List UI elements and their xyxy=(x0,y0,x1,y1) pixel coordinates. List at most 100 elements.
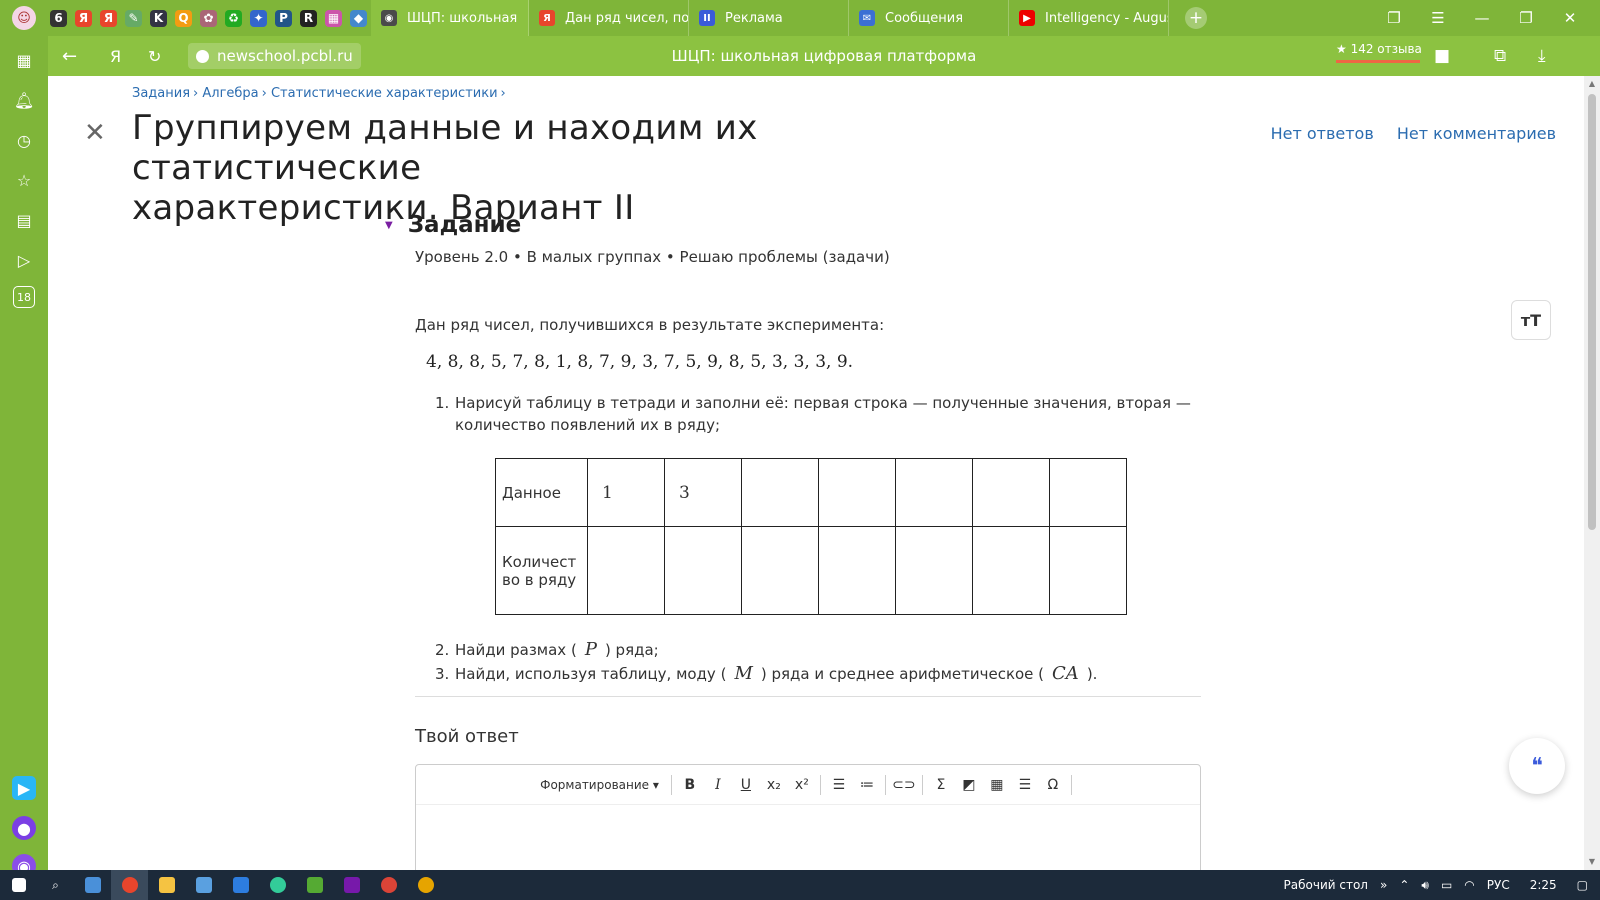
search-icon[interactable]: ⌕ xyxy=(37,870,74,900)
history-icon[interactable]: ◷ xyxy=(12,128,36,152)
pinned-tab[interactable]: ✎ xyxy=(121,0,146,36)
back-arrow-icon[interactable]: ← xyxy=(62,36,77,76)
scroll-down-icon[interactable]: ▼ xyxy=(1588,858,1596,866)
link-icon[interactable]: ⊂⊃ xyxy=(890,777,918,793)
scrollbar[interactable]: ▲ ▼ xyxy=(1584,76,1600,870)
new-tab-button[interactable]: + xyxy=(1185,7,1207,29)
pinned-tab[interactable]: Я xyxy=(71,0,96,36)
horizontal-rule-icon[interactable]: ☰ xyxy=(1011,777,1039,793)
url-field[interactable]: newschool.pcbl.ru xyxy=(188,43,361,69)
subscript-icon[interactable]: x₂ xyxy=(760,777,788,793)
math-symbol: P xyxy=(584,639,597,660)
wifi-icon[interactable]: ◠ xyxy=(1464,878,1474,892)
breadcrumb: Задания › Алгебра › Статистические характе… xyxy=(132,86,506,101)
italic-icon[interactable]: I xyxy=(704,777,732,793)
tab-ads[interactable]: II Реклама xyxy=(689,0,849,36)
notifications-icon[interactable]: 🔔︎ xyxy=(12,88,36,112)
video-play-icon[interactable]: ▷ xyxy=(12,248,36,272)
notifications-center-icon[interactable]: ▢ xyxy=(1577,878,1588,892)
formula-sigma-icon[interactable]: Σ xyxy=(927,777,955,793)
store-icon[interactable] xyxy=(185,870,222,900)
scrollbar-thumb[interactable] xyxy=(1588,94,1596,530)
minecraft-icon[interactable] xyxy=(296,870,333,900)
pinned-tab[interactable]: Q xyxy=(171,0,196,36)
breadcrumb-link[interactable]: Задания xyxy=(132,86,190,101)
table-cell xyxy=(741,458,819,527)
tab-shcp[interactable]: ◉ ШЦП: школьная ✕ xyxy=(371,0,529,36)
table-icon[interactable]: ▦ xyxy=(983,777,1011,793)
app-icon[interactable] xyxy=(407,870,444,900)
bookmark-icon[interactable]: ■ xyxy=(1434,46,1450,66)
age-badge-icon[interactable]: 18 xyxy=(13,286,35,308)
extensions-icon[interactable]: ⧉ xyxy=(1494,46,1506,66)
pinned-tab[interactable]: ▦ xyxy=(321,0,346,36)
frequency-table: Данное 1 3 Количест во в ряду xyxy=(495,458,1127,615)
comments-link[interactable]: Нет комментариев xyxy=(1397,124,1556,143)
chat-bubble-icon[interactable]: ❝ xyxy=(1509,738,1565,794)
minimize-icon[interactable]: — xyxy=(1460,9,1504,27)
scroll-up-icon[interactable]: ▲ xyxy=(1588,80,1596,88)
numbered-list-icon[interactable]: ☰ xyxy=(825,777,853,793)
breadcrumb-link[interactable]: Алгебра xyxy=(202,86,258,101)
tab-task[interactable]: Я Дан ряд чисел, полу xyxy=(529,0,689,36)
text-size-icon[interactable]: тT xyxy=(1511,300,1551,340)
format-dropdown[interactable]: Форматирование ▾ xyxy=(540,778,659,792)
language-indicator[interactable]: РУС xyxy=(1487,878,1510,892)
tab-messages[interactable]: ✉ Сообщения xyxy=(849,0,1009,36)
mail-icon[interactable] xyxy=(222,870,259,900)
tab-youtube[interactable]: ▶ Intelligency - August xyxy=(1009,0,1169,36)
onenote-icon[interactable] xyxy=(333,870,370,900)
breadcrumb-link[interactable]: Статистические характеристики xyxy=(271,86,498,101)
collections-icon[interactable]: ▤ xyxy=(12,208,36,232)
chrome-icon[interactable] xyxy=(370,870,407,900)
underline-icon[interactable]: U xyxy=(732,777,760,793)
clock[interactable]: 2:25 xyxy=(1530,878,1557,892)
windows-taskbar: ⌕ Рабочий стол » ⌃ 🔊︎ ▭ ◠ РУС 2:25 ▢ xyxy=(0,870,1600,900)
battery-icon[interactable]: ▭ xyxy=(1441,878,1452,892)
app-icon[interactable] xyxy=(259,870,296,900)
bold-icon[interactable]: B xyxy=(676,777,704,793)
editor-toolbar: Форматирование ▾ B I U x₂ x² ☰ ≔ ⊂⊃ Σ ◩ … xyxy=(416,765,1200,805)
pinned-tab[interactable]: P xyxy=(271,0,296,36)
apps-grid-icon[interactable]: ▦ xyxy=(12,48,36,72)
task-meta: Уровень 2.0 • В малых группах • Решаю пр… xyxy=(415,248,890,266)
reload-icon[interactable]: ↻ xyxy=(148,36,161,76)
superscript-icon[interactable]: x² xyxy=(788,777,816,793)
browser-logo-icon[interactable]: ☺ xyxy=(12,6,36,30)
show-hidden-icons-icon[interactable]: ⌃ xyxy=(1399,878,1409,892)
pinned-tab[interactable]: ✿ xyxy=(196,0,221,36)
chevron-icon[interactable]: » xyxy=(1380,878,1387,892)
desktop-toolbar[interactable]: Рабочий стол xyxy=(1284,878,1368,892)
yandex-home-icon[interactable]: Я xyxy=(110,36,121,76)
messenger-app-icon[interactable]: ▶ xyxy=(12,776,36,800)
special-char-omega-icon[interactable]: Ω xyxy=(1039,777,1067,793)
answer-editor[interactable]: Форматирование ▾ B I U x₂ x² ☰ ≔ ⊂⊃ Σ ◩ … xyxy=(415,764,1201,870)
pinned-tab[interactable]: ◆ xyxy=(346,0,371,36)
pinned-tab[interactable]: ♻ xyxy=(221,0,246,36)
task-section-header[interactable]: ▼ Задание xyxy=(385,212,521,238)
reviews-badge[interactable]: ★ 142 отзыва xyxy=(1336,42,1422,63)
pinned-tab[interactable]: ✦ xyxy=(246,0,271,36)
windows-start-icon[interactable] xyxy=(0,870,37,900)
collapse-caret-icon[interactable]: ▼ xyxy=(385,220,393,231)
volume-icon[interactable]: 🔊︎ xyxy=(1421,878,1429,893)
downloads-icon[interactable]: ⤓ xyxy=(1538,46,1546,66)
close-window-icon[interactable]: ✕ xyxy=(1548,9,1592,27)
assistant-app-icon[interactable]: ● xyxy=(12,816,36,840)
bulleted-list-icon[interactable]: ≔ xyxy=(853,777,881,793)
menu-icon[interactable]: ☰ xyxy=(1416,9,1460,27)
favorites-star-icon[interactable]: ☆ xyxy=(12,168,36,192)
image-icon[interactable]: ◩ xyxy=(955,777,983,793)
restore-icon[interactable]: ❐ xyxy=(1504,9,1548,27)
pinned-tab[interactable]: 6 xyxy=(46,0,71,36)
answers-link[interactable]: Нет ответов xyxy=(1271,124,1374,143)
close-icon[interactable]: ✕ xyxy=(84,120,106,146)
task-view-icon[interactable] xyxy=(74,870,111,900)
yandex-browser-taskbar-icon[interactable] xyxy=(111,870,148,900)
pinned-tab[interactable]: K xyxy=(146,0,171,36)
table-cell xyxy=(1049,458,1127,527)
pinned-tab[interactable]: R xyxy=(296,0,321,36)
file-explorer-icon[interactable] xyxy=(148,870,185,900)
bookmarks-icon[interactable]: ❐ xyxy=(1372,9,1416,27)
pinned-tab[interactable]: Я xyxy=(96,0,121,36)
